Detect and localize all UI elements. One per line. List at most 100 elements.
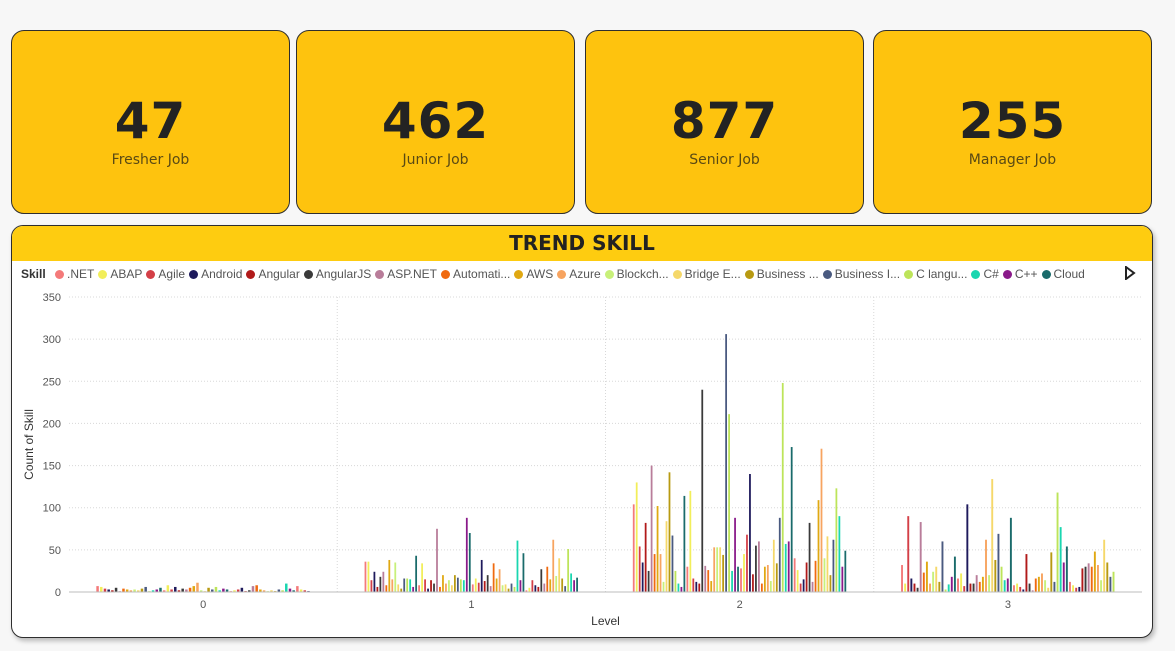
bar: [632, 504, 635, 592]
bar: [844, 550, 847, 592]
bar: [288, 588, 292, 592]
bar: [474, 578, 477, 592]
y-tick-label: 50: [49, 545, 61, 557]
bar: [919, 522, 922, 592]
bar: [486, 575, 489, 592]
bar: [382, 571, 385, 592]
bar: [808, 522, 811, 592]
bar: [719, 547, 722, 592]
bar: [674, 570, 677, 592]
bar: [1081, 568, 1084, 592]
bar: [364, 561, 367, 592]
bar: [994, 559, 997, 592]
kpi-value: 462: [381, 92, 490, 150]
bar: [641, 562, 644, 592]
bar: [988, 575, 991, 592]
bar: [787, 541, 790, 592]
bar: [510, 583, 513, 592]
bar: [963, 586, 966, 592]
bar: [1016, 583, 1019, 592]
bar: [285, 583, 288, 592]
kpi-label: Fresher Job: [111, 152, 190, 168]
x-tick-label: 0: [200, 599, 206, 611]
kpi-card-manager[interactable]: 255 Manager Job: [873, 30, 1152, 214]
bar: [966, 504, 969, 592]
bar: [793, 558, 796, 592]
bar: [406, 578, 409, 592]
bar: [1093, 551, 1096, 592]
trend-skill-chart-card[interactable]: TREND SKILL Skill .NET ABAP Agile Android An…: [11, 225, 1153, 638]
bar: [799, 583, 802, 592]
bar: [424, 579, 426, 592]
bar: [561, 578, 564, 592]
bar: [680, 586, 683, 592]
bar: [181, 588, 184, 592]
y-tick-label: 150: [43, 461, 61, 473]
bar: [981, 576, 984, 592]
bar: [427, 588, 429, 592]
kpi-card-senior[interactable]: 877 Senior Job: [585, 30, 864, 214]
bar: [144, 586, 147, 592]
bar: [638, 546, 641, 592]
bar: [997, 533, 1000, 592]
bar: [1109, 576, 1112, 592]
bar: [296, 586, 299, 592]
bar: [1065, 546, 1068, 592]
bar: [453, 575, 456, 592]
kpi-label: Manager Job: [968, 152, 1057, 168]
bar: [1006, 578, 1009, 592]
bar: [838, 516, 841, 592]
bar: [737, 566, 739, 592]
bar: [743, 554, 745, 592]
bar: [769, 581, 772, 592]
y-tick-label: 0: [55, 587, 61, 599]
bar: [462, 580, 465, 592]
y-tick-label: 200: [43, 418, 61, 430]
bar: [932, 571, 935, 592]
bar: [174, 586, 177, 592]
kpi-value: 47: [114, 92, 187, 150]
bar: [722, 554, 725, 592]
bar: [686, 566, 689, 592]
y-tick-label: 300: [43, 334, 61, 346]
bar: [495, 578, 498, 592]
bar: [1003, 580, 1006, 592]
bar: [415, 555, 418, 592]
bar: [698, 583, 701, 592]
bar: [740, 568, 742, 592]
bar: [1013, 585, 1015, 592]
bar: [841, 566, 844, 592]
bar: [938, 581, 941, 592]
bar: [1025, 554, 1028, 592]
bar: [1044, 580, 1047, 592]
kpi-card-fresher[interactable]: 47 Fresher Job: [11, 30, 290, 214]
bar: [1072, 585, 1075, 592]
bar: [114, 587, 118, 592]
bar: [1078, 586, 1081, 592]
y-axis-title: Count of Skill: [22, 409, 36, 480]
bar: [549, 579, 552, 592]
kpi-card-junior[interactable]: 462 Junior Job: [296, 30, 575, 214]
bar: [501, 585, 504, 592]
bar: [683, 495, 686, 592]
bar: [100, 586, 103, 592]
bar: [960, 573, 963, 592]
bar: [758, 541, 760, 592]
bar: [421, 563, 423, 592]
bar: [925, 561, 928, 592]
bar: [935, 566, 938, 592]
bar: [522, 553, 525, 592]
bar: [418, 585, 421, 592]
bar: [901, 565, 903, 592]
bar: [385, 585, 388, 592]
bar: [653, 554, 656, 592]
bar: [543, 583, 546, 592]
bar: [704, 565, 707, 592]
bar: [367, 561, 370, 592]
bar: [373, 571, 376, 592]
bar: [969, 583, 972, 592]
bar: [725, 334, 728, 592]
bar: [240, 587, 244, 592]
bar: [376, 586, 379, 592]
bar: [811, 581, 814, 592]
